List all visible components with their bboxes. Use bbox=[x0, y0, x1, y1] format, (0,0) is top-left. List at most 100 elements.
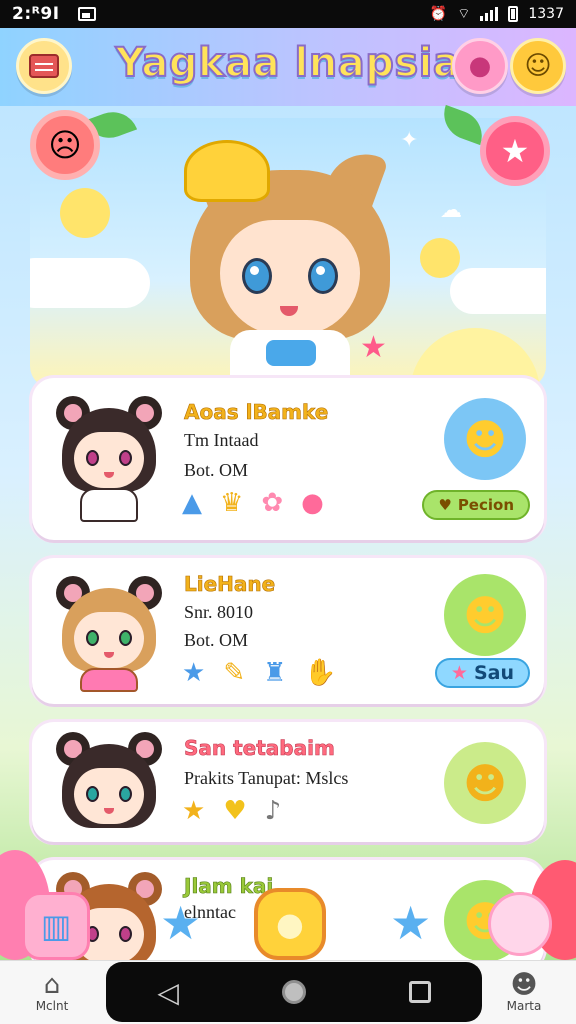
card-action-button[interactable]: ★ Sau bbox=[434, 658, 530, 688]
battery-icon bbox=[508, 6, 519, 22]
card-icons: ▲ ♛ ✿ ● bbox=[182, 488, 324, 518]
chat-button[interactable]: ● bbox=[452, 38, 508, 94]
card-action-button[interactable]: ♥ Pecion bbox=[422, 490, 530, 520]
avatar-face bbox=[74, 612, 144, 668]
star-icon: ★ bbox=[450, 662, 468, 684]
pet-icon[interactable]: ☻ bbox=[444, 742, 526, 824]
card-line2: Bot. OM bbox=[184, 460, 249, 480]
avatar-eye bbox=[119, 450, 132, 466]
person-icon: ☻ bbox=[510, 970, 538, 1000]
pet-face-icon: ☻ bbox=[463, 590, 507, 640]
chat-bubble-icon: ● bbox=[468, 51, 492, 81]
avatar-mouth bbox=[104, 472, 114, 478]
profile-button[interactable]: ☺ bbox=[510, 38, 566, 94]
character-hat bbox=[184, 140, 270, 202]
character-card[interactable]: Aoas lBamke Tm Intaad Bot. OM ▲ ♛ ✿ ● ☻ … bbox=[32, 378, 544, 540]
character-bow bbox=[266, 340, 316, 366]
character-face bbox=[220, 220, 360, 335]
back-icon[interactable]: ◁ bbox=[157, 976, 179, 1009]
status-time: 2:ᴿ9I bbox=[12, 4, 60, 24]
card-line1: Snr. 8010 bbox=[184, 602, 254, 622]
card-name: Aoas lBamke bbox=[184, 400, 329, 425]
gallery-notification-icon bbox=[77, 7, 96, 21]
pet-face-icon: ☻ bbox=[463, 414, 507, 464]
card-icon: ♛ bbox=[220, 488, 244, 518]
card-icon: ✋ bbox=[304, 658, 337, 688]
character-eye bbox=[308, 258, 338, 294]
nav-profile-tab[interactable]: ☻ Marta bbox=[474, 960, 574, 1024]
character-card[interactable]: San tetabaim Prakits Tanupat: Mslcs ★ ♥ … bbox=[32, 722, 544, 842]
character-mouth bbox=[280, 306, 298, 316]
card-icon: ▲ bbox=[182, 488, 202, 518]
avatar-eye bbox=[86, 630, 99, 646]
book-button[interactable]: ▥ bbox=[22, 892, 90, 960]
sparkle-icon: ✿ bbox=[120, 278, 139, 303]
status-right: ⏰ ⌔ 1337 bbox=[430, 5, 564, 23]
card-icon: ♥ bbox=[223, 796, 247, 826]
card-icon: ✿ bbox=[261, 488, 284, 518]
avatar-face bbox=[74, 432, 144, 488]
flower-icon: ☹ bbox=[30, 110, 100, 180]
book-icon: ▥ bbox=[40, 907, 72, 945]
avatar-eye bbox=[119, 926, 132, 942]
pet-companion-icon bbox=[488, 892, 552, 956]
card-icon: ● bbox=[301, 488, 324, 518]
card-action-label: Pecion bbox=[457, 496, 514, 514]
avatar bbox=[50, 392, 168, 522]
home-circle-icon[interactable] bbox=[281, 980, 306, 1004]
card-line1: Prakits Tanupat: Mslcs bbox=[184, 768, 349, 788]
card-icons: ★ ♥ ♪ bbox=[182, 796, 281, 826]
sun-icon bbox=[420, 238, 460, 278]
cloud bbox=[450, 268, 546, 314]
nav-home-label: Mclnt bbox=[35, 999, 69, 1013]
card-icon: ★ bbox=[182, 658, 206, 688]
speech-bubble-icon: ● bbox=[276, 905, 304, 943]
sun-icon bbox=[60, 188, 110, 238]
star-icon: ★ bbox=[160, 896, 202, 950]
pet-icon[interactable]: ☻ bbox=[444, 574, 526, 656]
avatar-body bbox=[80, 488, 138, 522]
card-icon: ♪ bbox=[264, 796, 282, 826]
card-line2: Bot. OM bbox=[184, 630, 249, 650]
avatar bbox=[50, 728, 168, 838]
smiley-face-icon: ☺ bbox=[524, 51, 552, 81]
star-icon: ★ bbox=[360, 330, 387, 365]
system-navigation-bar: ◁ bbox=[106, 962, 482, 1022]
card-name: LieHane bbox=[184, 572, 276, 597]
signal-icon bbox=[480, 7, 499, 21]
character-card[interactable]: LieHane Snr. 8010 Bot. OM ★ ✎ ♜ ✋ ☻ ★ Sa… bbox=[32, 558, 544, 704]
avatar-eye bbox=[119, 786, 132, 802]
nav-home-tab[interactable]: ⌂ Mclnt bbox=[2, 960, 102, 1024]
avatar-mouth bbox=[104, 808, 114, 814]
avatar bbox=[50, 572, 168, 692]
card-action-label: Sau bbox=[473, 662, 514, 684]
card-icon: ✎ bbox=[223, 658, 246, 688]
nav-profile-label: Marta bbox=[506, 999, 542, 1013]
avatar-mouth bbox=[104, 652, 114, 658]
character-eye bbox=[242, 258, 272, 294]
card-line1: Tm Intaad bbox=[184, 430, 259, 450]
recents-icon[interactable] bbox=[408, 981, 431, 1003]
avatar-eye bbox=[86, 450, 99, 466]
avatar-body bbox=[80, 668, 138, 692]
avatar-eye bbox=[119, 630, 132, 646]
pet-icon[interactable]: ☻ bbox=[444, 398, 526, 480]
sparkle-icon: ✦ bbox=[400, 128, 419, 153]
card-name: San tetabaim bbox=[184, 736, 335, 761]
sparkle-icon: ☁ bbox=[440, 198, 462, 223]
center-action-button[interactable]: ● bbox=[254, 888, 326, 960]
star-flower-icon[interactable]: ★ bbox=[480, 116, 550, 186]
status-number: 1337 bbox=[528, 6, 564, 22]
card-icon: ♜ bbox=[263, 658, 287, 688]
status-bar: 2:ᴿ9I ⏰ ⌔ 1337 bbox=[0, 0, 576, 28]
heart-icon: ♥ bbox=[438, 496, 452, 514]
home-icon: ⌂ bbox=[43, 970, 61, 1000]
wifi-icon: ⌔ bbox=[457, 6, 471, 22]
card-icon: ★ bbox=[182, 796, 206, 826]
star-icon: ★ bbox=[390, 896, 432, 950]
avatar-face bbox=[74, 768, 144, 824]
card-icons: ★ ✎ ♜ ✋ bbox=[182, 658, 337, 688]
avatar-eye bbox=[86, 786, 99, 802]
alarm-icon: ⏰ bbox=[429, 6, 448, 22]
pet-face-icon: ☻ bbox=[463, 758, 507, 808]
